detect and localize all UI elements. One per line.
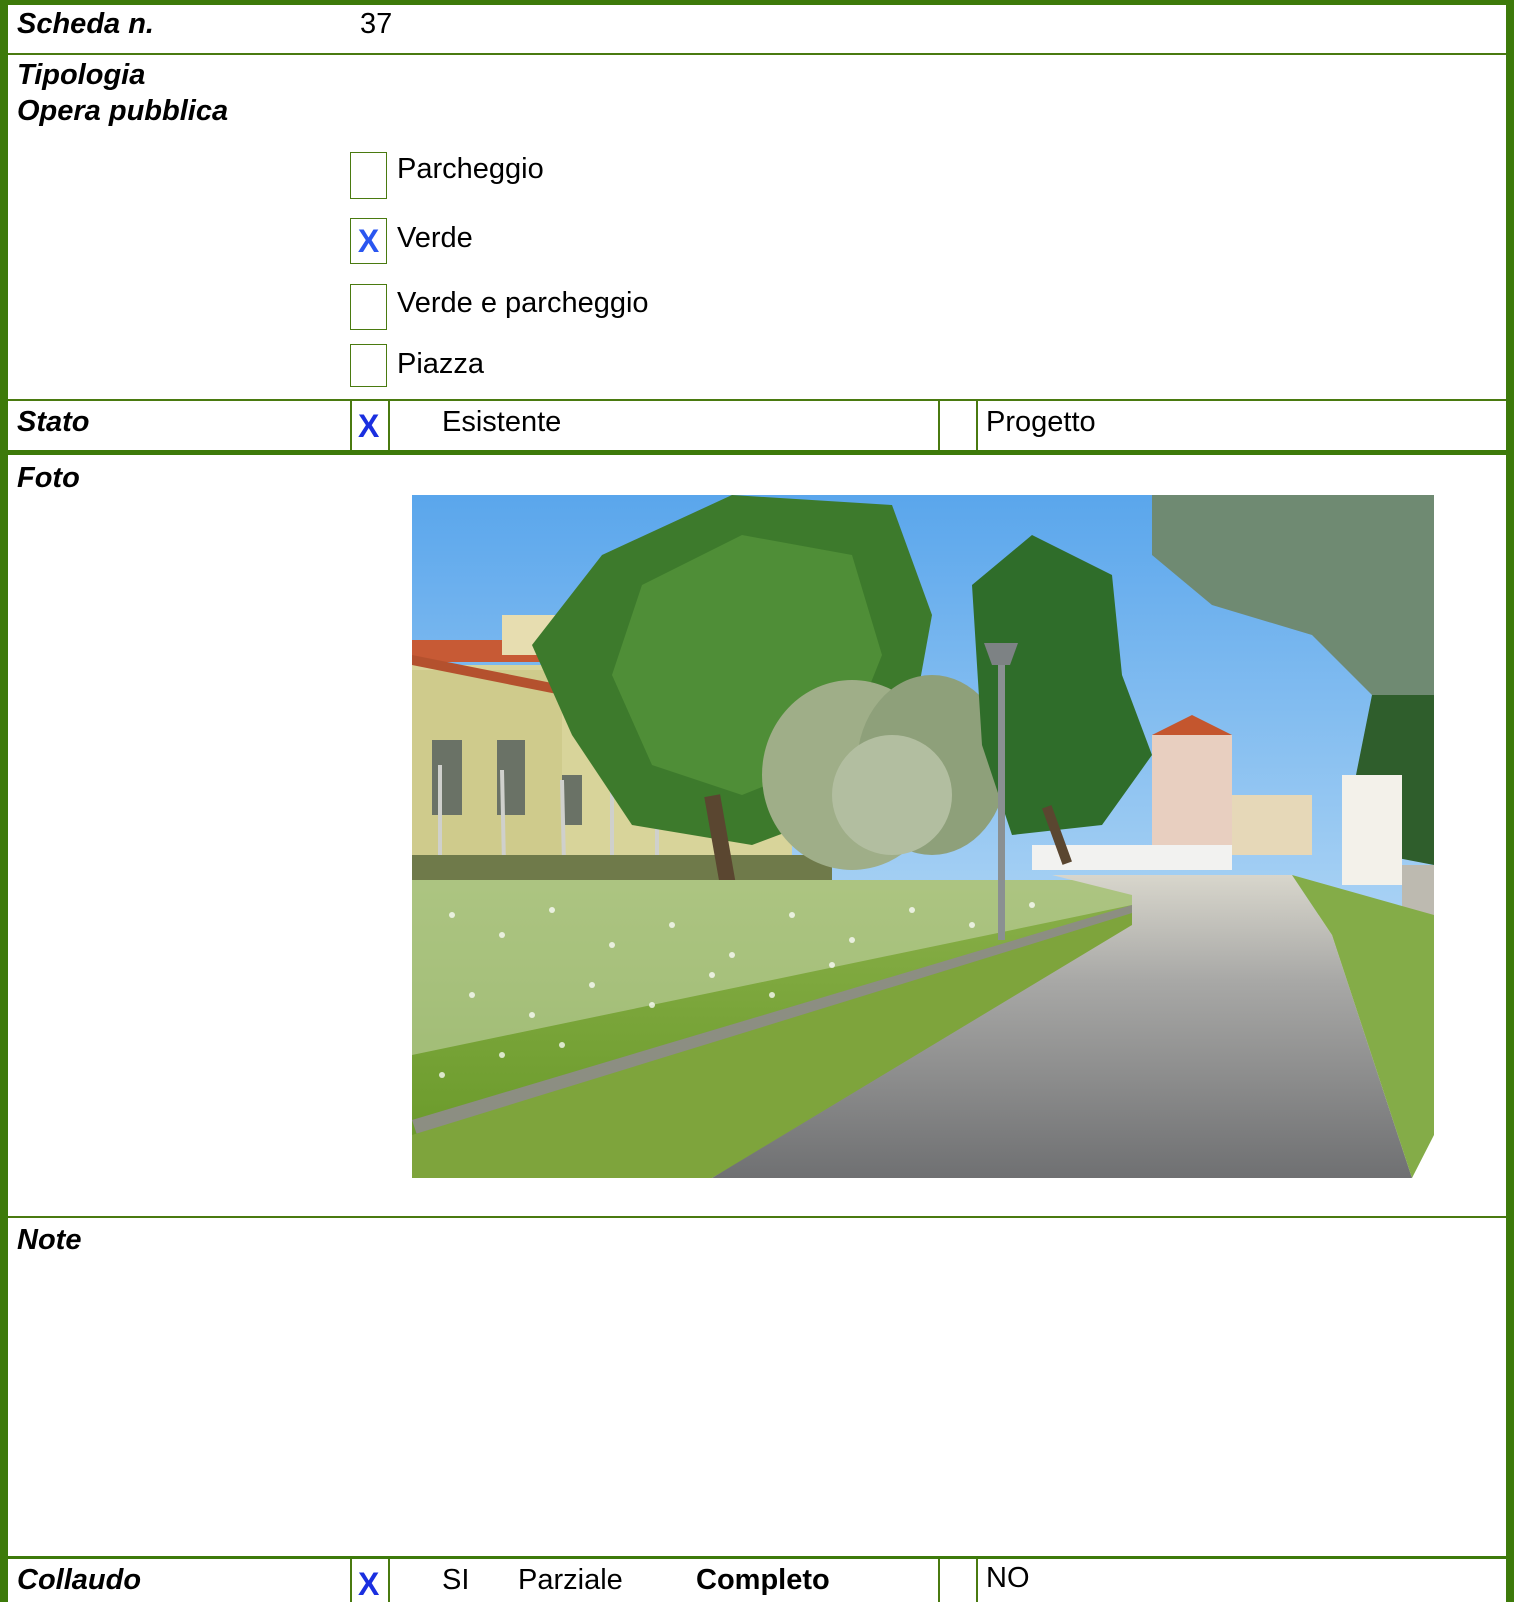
cell-divider xyxy=(938,1559,940,1602)
row-divider xyxy=(8,399,1506,401)
collaudo-no-label: NO xyxy=(986,1562,1030,1594)
option-parcheggio-label: Parcheggio xyxy=(397,153,544,185)
stato-progetto-label: Progetto xyxy=(986,406,1096,438)
checkbox-parcheggio[interactable] xyxy=(350,152,387,199)
option-verde-label: Verde xyxy=(397,222,473,254)
checkbox-piazza[interactable] xyxy=(350,344,387,387)
cell-divider xyxy=(976,401,978,450)
scheda-label: Scheda n. xyxy=(17,8,154,40)
cell-divider xyxy=(350,401,352,450)
collaudo-si-mark[interactable]: X xyxy=(358,1566,379,1603)
foto-label: Foto xyxy=(17,462,80,494)
top-border xyxy=(0,0,1514,5)
cell-divider xyxy=(388,401,390,450)
checkbox-verde[interactable]: X xyxy=(350,218,387,264)
left-border xyxy=(0,0,8,1602)
collaudo-completo-label: Completo xyxy=(696,1564,830,1596)
collaudo-parziale-label: Parziale xyxy=(518,1564,623,1596)
note-label: Note xyxy=(17,1224,82,1256)
option-verde-e-parcheggio-label: Verde e parcheggio xyxy=(397,287,649,319)
row-divider xyxy=(0,1556,1514,1559)
cell-divider xyxy=(350,1559,352,1602)
option-piazza-label: Piazza xyxy=(397,348,485,380)
scheda-number: 37 xyxy=(360,8,393,40)
row-divider xyxy=(8,1216,1506,1218)
collaudo-label: Collaudo xyxy=(17,1564,142,1596)
collaudo-si-label: SI xyxy=(442,1564,470,1596)
cell-divider xyxy=(938,401,940,450)
cell-divider xyxy=(976,1559,978,1602)
row-divider xyxy=(8,53,1506,55)
checkbox-verde-e-parcheggio[interactable] xyxy=(350,284,387,330)
tipologia-label: Tipologia xyxy=(17,59,146,91)
stato-label: Stato xyxy=(17,406,90,438)
row-divider xyxy=(0,450,1514,455)
right-border xyxy=(1506,0,1514,1602)
stato-esistente-mark[interactable]: X xyxy=(358,408,379,445)
park-photo xyxy=(412,495,1434,1178)
stato-esistente-label: Esistente xyxy=(442,406,562,438)
opera-pubblica-label: Opera pubblica xyxy=(17,95,229,127)
cell-divider xyxy=(388,1559,390,1602)
